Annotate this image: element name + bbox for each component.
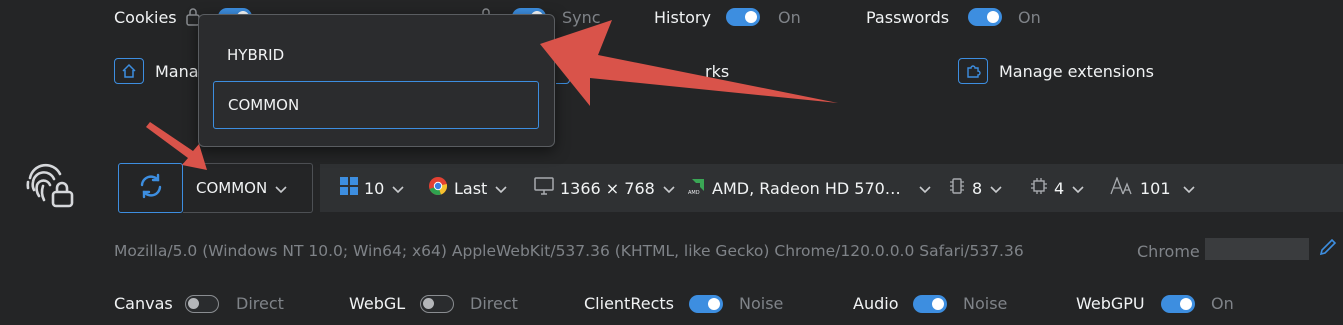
canvas-toggle[interactable] — [185, 295, 219, 313]
webgl-label: WebGL — [349, 294, 406, 313]
dropdown-option-hybrid[interactable]: HYBRID — [213, 31, 539, 79]
chevron-down-icon — [1182, 179, 1195, 198]
cookies-label: Cookies — [114, 8, 177, 27]
browser-version-select[interactable]: Last — [428, 164, 507, 212]
clientrects-label: ClientRects — [584, 294, 674, 313]
chevron-down-icon — [495, 179, 507, 198]
chevron-down-icon — [1072, 179, 1084, 198]
chip-icon — [1030, 177, 1048, 199]
browser-version-field[interactable] — [1205, 238, 1309, 260]
windows-icon — [340, 177, 358, 199]
canvas-label: Canvas — [114, 294, 173, 313]
chevron-down-icon — [392, 179, 404, 198]
home-icon[interactable] — [114, 58, 144, 84]
os-select[interactable]: 10 — [340, 164, 404, 212]
font-size-icon — [1110, 176, 1132, 199]
browser-name: Chrome — [1137, 242, 1200, 261]
dropdown-option-common[interactable]: COMMON — [213, 81, 539, 129]
fingerprint-toolbar: 10 Last 1366 × 768 AMD AMD, Radeon HD 57… — [320, 164, 1343, 212]
manage-link[interactable]: Mana — [155, 62, 199, 81]
history-label: History — [654, 8, 711, 27]
monitor-icon — [534, 177, 554, 199]
canvas-state: Direct — [236, 294, 284, 313]
passwords-label: Passwords — [866, 8, 950, 27]
edit-pencil-icon[interactable] — [1318, 237, 1338, 261]
profile-dropdown-menu: HYBRID COMMON — [198, 14, 555, 147]
fingerprint-lock-icon — [24, 160, 78, 214]
os-version: 10 — [364, 178, 385, 198]
gpu-select[interactable]: AMD AMD, Radeon HD 570… — [688, 164, 931, 212]
bookmarks-icon[interactable] — [556, 60, 570, 84]
webgpu-toggle[interactable] — [1161, 295, 1195, 313]
puzzle-icon[interactable] — [958, 58, 988, 84]
profile-select-value: COMMON — [196, 179, 268, 197]
clientrects-state: Noise — [739, 294, 784, 313]
history-state: On — [778, 8, 801, 27]
memory-select[interactable]: 4 — [1030, 164, 1084, 212]
webgpu-state: On — [1211, 294, 1234, 313]
user-agent-text: Mozilla/5.0 (Windows NT 10.0; Win64; x64… — [114, 242, 1024, 260]
resolution-select[interactable]: 1366 × 768 — [534, 164, 675, 212]
cpu-icon — [948, 177, 966, 199]
webgl-toggle[interactable] — [420, 295, 454, 313]
manage-extensions-link[interactable]: Manage extensions — [999, 62, 1154, 81]
big-annotation-arrow — [540, 20, 838, 106]
webgpu-label: WebGPU — [1076, 294, 1145, 313]
resolution-value: 1366 × 768 — [560, 178, 655, 198]
cpu-cores-select[interactable]: 8 — [948, 164, 1002, 212]
storage-state: Sync — [562, 8, 601, 27]
cpu-cores-value: 8 — [972, 178, 983, 198]
passwords-state: On — [1018, 8, 1041, 27]
chevron-down-icon — [275, 179, 287, 198]
amd-icon: AMD — [688, 177, 706, 199]
audio-toggle[interactable] — [913, 295, 947, 313]
profile-select[interactable]: COMMON — [183, 163, 313, 213]
refresh-icon — [137, 172, 165, 204]
history-toggle[interactable] — [726, 8, 760, 26]
passwords-toggle[interactable] — [968, 8, 1002, 26]
refresh-button[interactable] — [118, 163, 183, 213]
svg-text:AMD: AMD — [688, 190, 700, 195]
chevron-down-icon — [663, 179, 675, 198]
webgl-state: Direct — [470, 294, 518, 313]
fonts-select[interactable]: 101 — [1110, 164, 1195, 212]
chrome-icon — [428, 176, 448, 200]
chevron-down-icon — [990, 179, 1002, 198]
memory-value: 4 — [1054, 178, 1065, 198]
browser-version: Last — [454, 178, 488, 198]
clientrects-toggle[interactable] — [689, 295, 723, 313]
chevron-down-icon — [919, 179, 931, 198]
gpu-value: AMD, Radeon HD 570… — [712, 178, 901, 198]
audio-state: Noise — [963, 294, 1008, 313]
fonts-count-value: 101 — [1140, 178, 1171, 198]
audio-label: Audio — [853, 294, 899, 313]
manage-bookmarks-link[interactable]: rks — [705, 62, 729, 81]
